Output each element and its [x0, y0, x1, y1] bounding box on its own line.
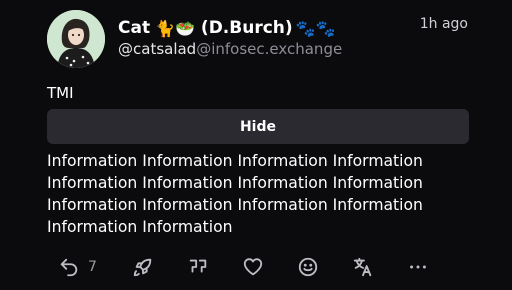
emoji-react-icon — [298, 257, 318, 277]
display-name-suffix: (D.Burch) — [200, 18, 293, 38]
boost-icon — [133, 258, 152, 277]
quote-button[interactable] — [187, 254, 209, 280]
more-icon — [410, 265, 426, 269]
quote-icon — [189, 259, 207, 273]
favourite-icon — [243, 258, 263, 276]
avatar-image — [47, 10, 105, 68]
handle-username: @catsalad — [118, 40, 197, 58]
timestamp[interactable]: 1h ago — [420, 16, 468, 32]
post-content: Information Information Information Info… — [47, 152, 423, 236]
boost-button[interactable] — [132, 254, 154, 280]
reply-button[interactable]: 7 — [58, 254, 97, 280]
content-warning: TMI — [47, 84, 74, 102]
handle-domain: @infosec.exchange — [196, 40, 343, 58]
cat-salad-emoji: 🐈🥗 — [155, 18, 195, 38]
more-button[interactable] — [407, 254, 429, 280]
avatar[interactable] — [47, 10, 105, 68]
display-name[interactable]: Cat 🐈🥗 (D.Burch) 🐾🐾 — [118, 14, 336, 42]
emoji-react-button[interactable] — [297, 254, 319, 280]
account-handle[interactable]: @catsalad@infosec.exchange — [118, 40, 342, 58]
action-bar: 7 — [0, 254, 512, 280]
hide-button[interactable]: Hide — [47, 109, 469, 144]
favourite-button[interactable] — [242, 254, 264, 280]
reply-icon — [60, 258, 78, 277]
translate-button[interactable] — [352, 254, 374, 280]
translate-icon — [353, 257, 372, 277]
paw-emoji: 🐾🐾 — [295, 18, 336, 38]
display-name-text: Cat — [118, 18, 151, 38]
reply-count: 7 — [88, 259, 97, 275]
